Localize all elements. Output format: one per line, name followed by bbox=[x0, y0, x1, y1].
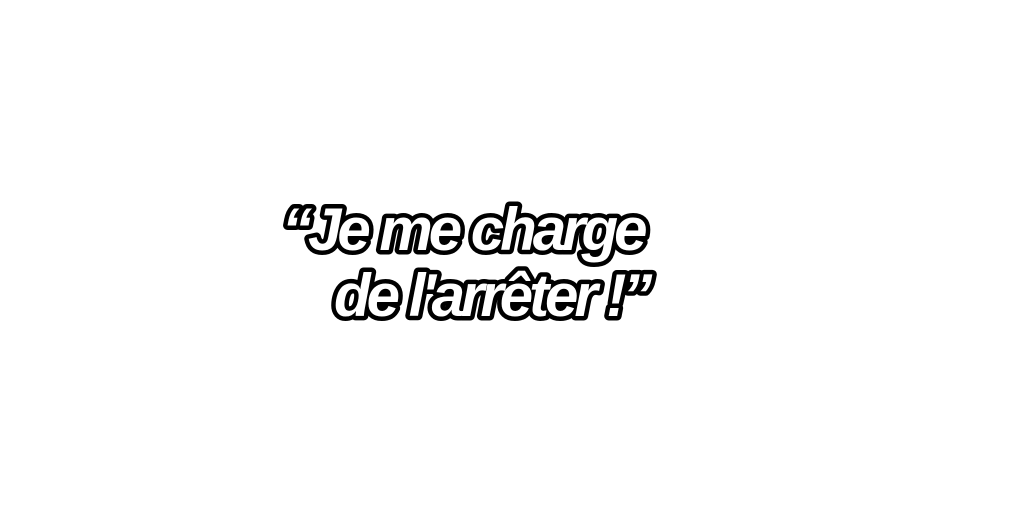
canvas: “Je me charge de l'arrêter !” bbox=[0, 0, 1024, 512]
caption-line-2: de l'arrêter !” bbox=[334, 262, 652, 329]
quote-caption: “Je me charge de l'arrêter !” bbox=[278, 192, 661, 334]
caption-line-1: “Je me charge bbox=[282, 196, 646, 263]
